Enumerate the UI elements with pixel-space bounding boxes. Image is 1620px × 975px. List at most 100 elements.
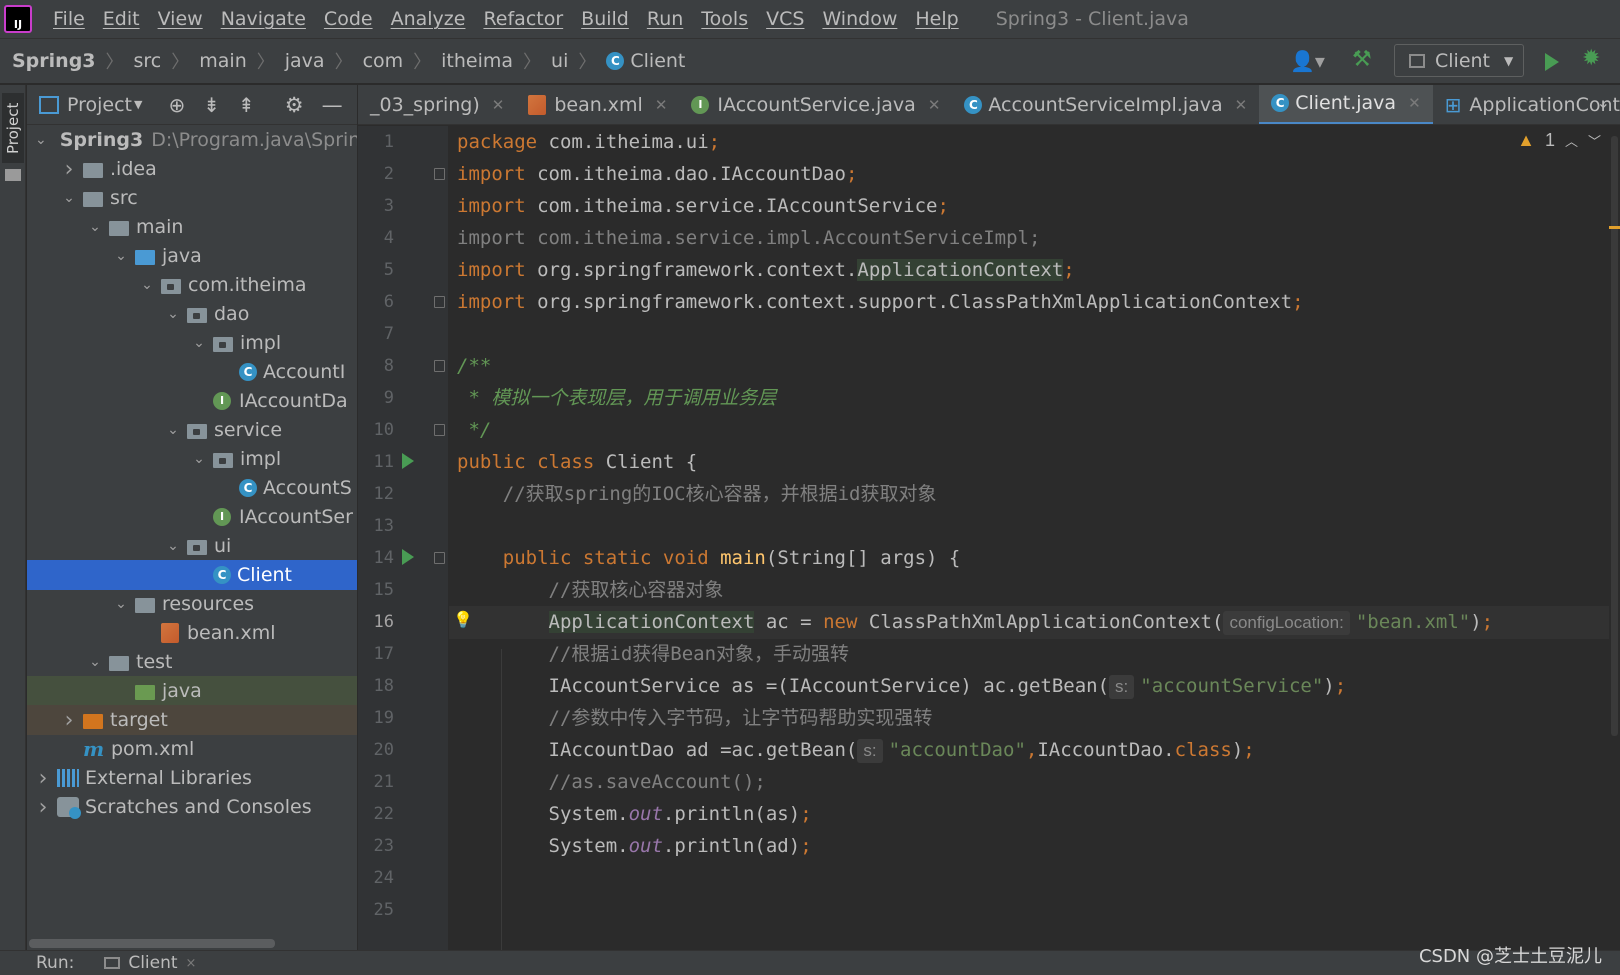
chevron-right-icon[interactable]: › xyxy=(61,157,77,182)
next-highlight-icon[interactable]: ﹀ xyxy=(1588,131,1601,150)
debug-bug-icon[interactable]: ✹ xyxy=(1582,46,1600,71)
menu-item-build[interactable]: Build xyxy=(572,8,638,30)
expand-all-icon[interactable]: ⇟ xyxy=(203,93,220,117)
tree-item[interactable]: java xyxy=(27,676,357,706)
fold-icon[interactable] xyxy=(434,360,445,372)
tree-item[interactable]: ⌄dao xyxy=(27,299,357,329)
breadcrumb-item-spring3[interactable]: Spring3〉 xyxy=(12,48,134,74)
fold-icon[interactable] xyxy=(434,168,445,180)
fold-icon[interactable] xyxy=(434,296,445,308)
project-tool-window-button[interactable]: Project xyxy=(2,93,24,163)
menu-item-tools[interactable]: Tools xyxy=(692,8,757,30)
tree-item[interactable]: ⌄Spring3D:\Program.java\Sprin xyxy=(27,125,357,155)
close-icon[interactable]: × xyxy=(186,956,197,971)
menu-item-file[interactable]: File xyxy=(44,8,94,30)
fold-icon[interactable] xyxy=(434,552,445,564)
breadcrumb-item-java[interactable]: java〉 xyxy=(285,48,363,74)
chevron-down-icon[interactable]: ⌄ xyxy=(87,654,103,670)
tree-item[interactable]: ⌄impl xyxy=(27,444,357,474)
chevron-down-icon[interactable]: ⌄ xyxy=(35,132,47,148)
tree-item[interactable]: ⌄test xyxy=(27,647,357,677)
tree-item[interactable]: ›target xyxy=(27,705,357,735)
tree-item[interactable]: ⌄java xyxy=(27,241,357,271)
run-gutter-icon[interactable] xyxy=(402,453,414,469)
chevron-down-icon[interactable]: ⌄ xyxy=(113,248,129,264)
build-hammer-icon[interactable]: ⚒ xyxy=(1352,47,1372,72)
inspection-widget[interactable]: ▲ 1 ︿ ﹀ xyxy=(1517,130,1601,151)
chevron-down-icon[interactable]: ⌄ xyxy=(165,422,181,438)
tree-item[interactable]: ⌄com.itheima xyxy=(27,270,357,300)
menu-item-view[interactable]: View xyxy=(149,8,212,30)
breadcrumb-item-src[interactable]: src〉 xyxy=(134,48,200,74)
tree-item[interactable]: ⌄resources xyxy=(27,589,357,619)
chevron-down-icon[interactable]: ⌄ xyxy=(191,451,207,467)
user-icon[interactable]: 👤▾ xyxy=(1290,49,1325,73)
collapse-all-icon[interactable]: ⇞ xyxy=(238,93,255,117)
menu-item-run[interactable]: Run xyxy=(638,8,692,30)
chevron-down-icon[interactable]: ⌄ xyxy=(191,335,207,351)
editor-tab[interactable]: CAccountServiceImpl.java✕ xyxy=(952,85,1259,125)
chevron-right-icon[interactable]: › xyxy=(35,766,51,791)
editor-tab[interactable]: IIAccountService.java✕ xyxy=(679,85,952,125)
breadcrumb-item-main[interactable]: main〉 xyxy=(199,48,284,74)
run-icon[interactable] xyxy=(1545,53,1559,71)
code-editor[interactable]: ▲ 1 ︿ ﹀ package com.itheima.ui;import co… xyxy=(449,126,1609,950)
tree-item[interactable]: CAccountI xyxy=(27,357,357,387)
editor-tab[interactable]: CClient.java✕ xyxy=(1259,85,1432,125)
tree-item[interactable]: ⌄service xyxy=(27,415,357,445)
menu-item-help[interactable]: Help xyxy=(906,8,967,30)
chevron-right-icon[interactable]: › xyxy=(61,708,77,733)
editor-tab[interactable]: bean.xml✕ xyxy=(516,85,679,125)
menu-item-edit[interactable]: Edit xyxy=(94,8,149,30)
menu-item-refactor[interactable]: Refactor xyxy=(474,8,572,30)
tree-item[interactable]: ›External Libraries xyxy=(27,763,357,793)
fold-icon[interactable] xyxy=(434,424,445,436)
chevron-down-icon[interactable]: ⌄ xyxy=(165,538,181,554)
chevron-down-icon[interactable]: ⌄ xyxy=(113,596,129,612)
menu-item-analyze[interactable]: Analyze xyxy=(382,8,475,30)
tree-item[interactable]: ⌄main xyxy=(27,212,357,242)
chevron-right-icon[interactable]: › xyxy=(35,795,51,820)
tree-item[interactable]: IIAccountDa xyxy=(27,386,357,416)
intention-bulb-icon[interactable]: 💡 xyxy=(453,610,473,629)
editor-scrollbar[interactable] xyxy=(1609,126,1620,950)
close-icon[interactable]: ✕ xyxy=(928,96,941,114)
project-view-select[interactable]: Project xyxy=(67,94,132,116)
chevron-down-icon[interactable]: ⌄ xyxy=(87,219,103,235)
locate-target-icon[interactable]: ⊕ xyxy=(168,93,185,117)
chevron-down-icon[interactable]: ⌄ xyxy=(139,277,155,293)
breadcrumb-item-com[interactable]: com〉 xyxy=(363,48,442,74)
tree-item[interactable]: ⌄ui xyxy=(27,531,357,561)
tree-item[interactable]: CClient xyxy=(27,560,357,590)
tabs-overflow-chevron-icon[interactable]: ⌄ xyxy=(1597,93,1610,112)
tree-item[interactable]: bean.xml xyxy=(27,618,357,648)
gear-icon[interactable]: ⚙ xyxy=(285,93,304,117)
chevron-down-icon[interactable]: ▼ xyxy=(134,98,142,111)
close-icon[interactable]: ✕ xyxy=(655,96,668,114)
chevron-down-icon[interactable]: ⌄ xyxy=(165,306,181,322)
close-icon[interactable]: ✕ xyxy=(1408,94,1421,112)
editor-tab[interactable]: _03_spring)✕ xyxy=(358,85,516,125)
warning-stripe-marker[interactable] xyxy=(1609,226,1620,229)
breadcrumb-item-ui[interactable]: ui〉 xyxy=(551,48,606,74)
scrollbar-thumb[interactable] xyxy=(29,939,275,948)
run-configuration-select[interactable]: Client ▼ xyxy=(1394,44,1524,77)
editor-tab[interactable]: ⊞ApplicationContext✕ xyxy=(1433,85,1620,125)
minimize-icon[interactable]: — xyxy=(322,93,343,117)
tree-horizontal-scrollbar[interactable] xyxy=(27,938,357,950)
menu-item-window[interactable]: Window xyxy=(813,8,906,30)
run-tab-client[interactable]: Client xyxy=(128,953,177,973)
tree-item[interactable]: ›Scratches and Consoles xyxy=(27,792,357,822)
breadcrumb-item-itheima[interactable]: itheima〉 xyxy=(441,48,551,74)
tree-item[interactable]: ⌄impl xyxy=(27,328,357,358)
menu-item-code[interactable]: Code xyxy=(315,8,382,30)
close-icon[interactable]: ✕ xyxy=(492,96,505,114)
menu-item-navigate[interactable]: Navigate xyxy=(212,8,315,30)
tree-item[interactable]: ›.idea xyxy=(27,154,357,184)
tree-item[interactable]: mpom.xml xyxy=(27,734,357,764)
previous-highlight-icon[interactable]: ︿ xyxy=(1565,131,1578,150)
chevron-down-icon[interactable]: ⌄ xyxy=(61,190,77,206)
run-gutter-icon[interactable] xyxy=(402,549,414,565)
menu-item-vcs[interactable]: VCS xyxy=(757,8,813,30)
tree-item[interactable]: CAccountS xyxy=(27,473,357,503)
